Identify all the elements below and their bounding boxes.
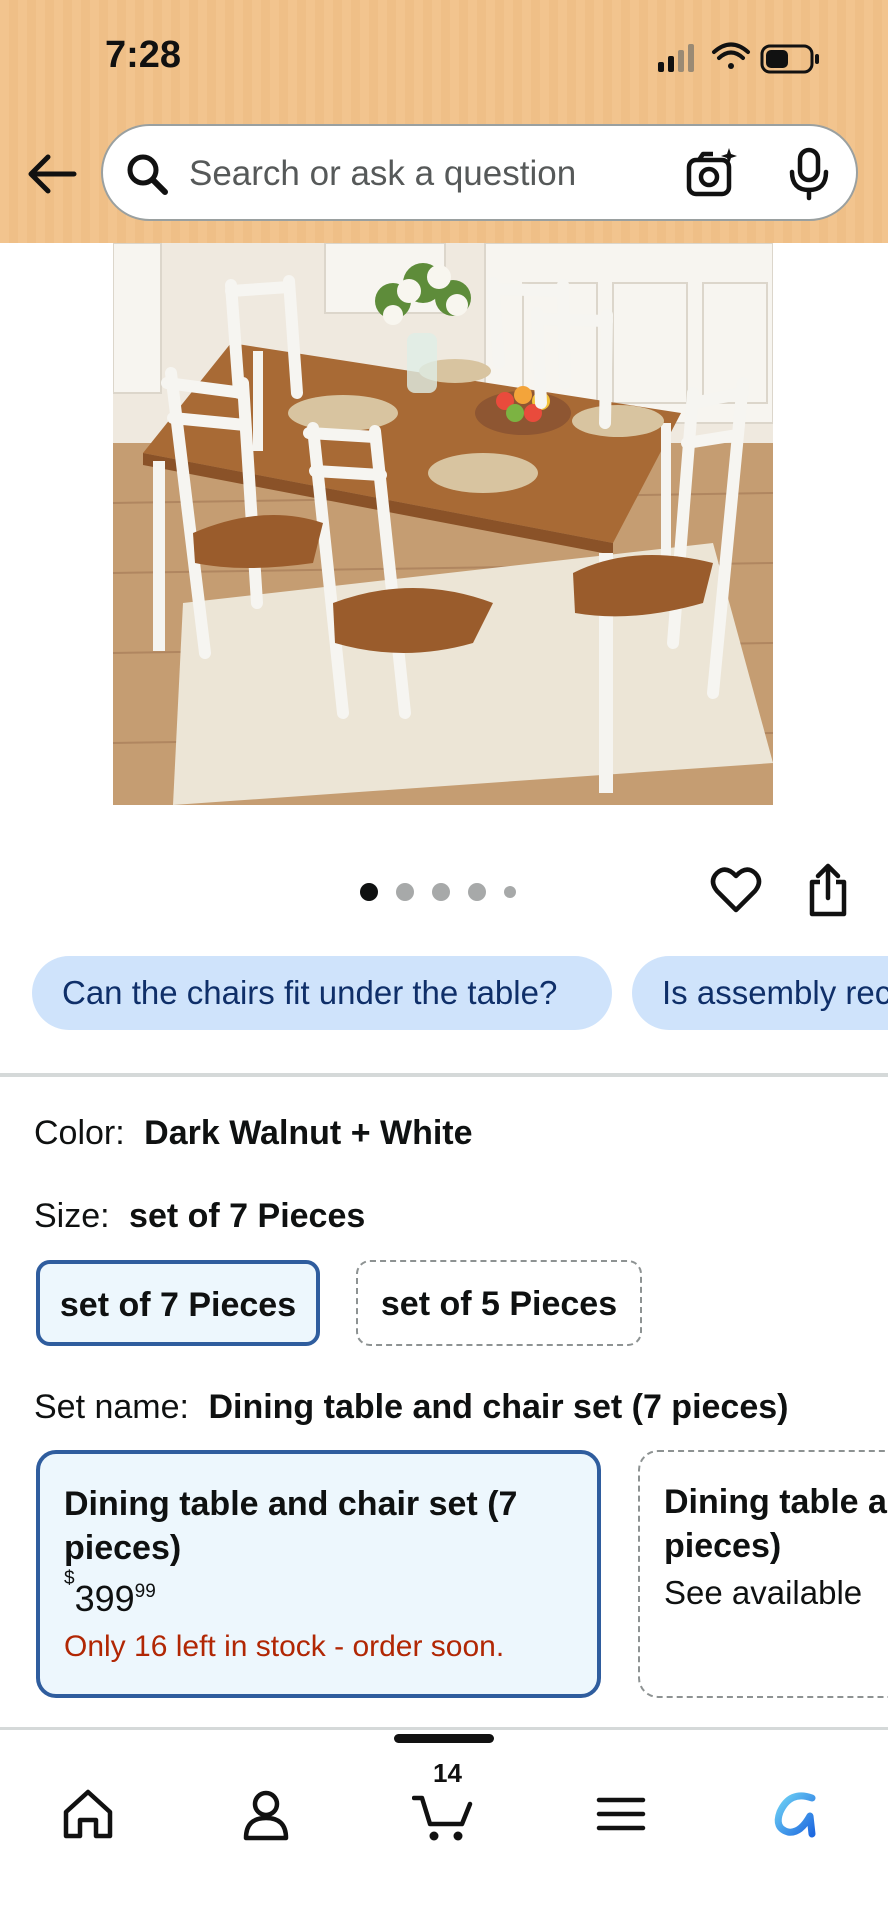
price-whole: 399 — [74, 1578, 135, 1619]
carousel-dot[interactable] — [396, 883, 414, 901]
account-icon[interactable] — [236, 1784, 296, 1844]
carousel-dot[interactable] — [432, 883, 450, 901]
battery-icon — [760, 44, 819, 74]
section-divider — [0, 1073, 888, 1077]
set-option-price: $39999 — [64, 1568, 573, 1620]
menu-icon[interactable] — [591, 1784, 651, 1844]
set-option-title: Dining table and chair set (7 pieces) — [64, 1485, 518, 1567]
bottom-divider — [0, 1727, 888, 1730]
set-option-7-pieces-card[interactable]: Dining table and chair set (7 pieces) $3… — [36, 1450, 601, 1698]
question-chip[interactable]: Can the chairs fit under the table? — [32, 956, 612, 1030]
search-input[interactable]: Search or ask a question — [189, 154, 576, 194]
size-label: Size: — [34, 1197, 110, 1235]
search-icon — [127, 154, 168, 195]
microphone-icon[interactable] — [783, 146, 835, 202]
camera-search-icon[interactable] — [683, 146, 739, 202]
color-value: Dark Walnut + White — [144, 1114, 473, 1152]
header-bar: 7:28 Search or ask a question — [0, 0, 888, 243]
size-option-7-pieces[interactable]: set of 7 Pieces — [36, 1260, 320, 1346]
set-option-5-pieces-card[interactable]: Dining table a pieces) See available — [638, 1450, 888, 1698]
set-option-title-line2: pieces) — [664, 1527, 782, 1565]
share-icon[interactable] — [802, 862, 854, 918]
wifi-icon — [712, 42, 750, 69]
cart-count-badge: 14 — [433, 1758, 462, 1788]
cart-icon[interactable] — [412, 1784, 474, 1844]
question-chip[interactable]: Is assembly rec — [632, 956, 888, 1030]
search-bar[interactable]: Search or ask a question — [101, 124, 858, 221]
availability-text: See available — [664, 1574, 863, 1611]
carousel-dots[interactable] — [360, 882, 516, 902]
carousel-dot[interactable] — [504, 886, 516, 898]
size-option-5-pieces[interactable]: set of 5 Pieces — [356, 1260, 642, 1346]
carousel-dot-active[interactable] — [360, 883, 378, 901]
color-label: Color: — [34, 1114, 125, 1152]
set-option-title: Dining table a — [664, 1483, 887, 1521]
heart-icon[interactable] — [710, 865, 762, 915]
size-row: Size: set of 7 Pieces — [34, 1197, 365, 1236]
set-name-row: Set name: Dining table and chair set (7 … — [34, 1388, 788, 1427]
set-name-label: Set name: — [34, 1388, 189, 1426]
status-icons — [658, 42, 819, 74]
rufus-assistant-icon[interactable] — [768, 1784, 828, 1844]
set-name-value: Dining table and chair set (7 pieces) — [208, 1388, 789, 1426]
back-arrow-icon[interactable] — [24, 148, 80, 200]
bottom-nav: 14 — [0, 1740, 888, 1920]
stock-warning: Only 16 left in stock - order soon. — [64, 1630, 505, 1663]
size-value: set of 7 Pieces — [129, 1197, 366, 1235]
nav-handle — [394, 1734, 494, 1743]
status-time: 7:28 — [105, 34, 182, 76]
product-image[interactable] — [113, 243, 773, 805]
price-currency: $ — [64, 1568, 75, 1589]
color-row: Color: Dark Walnut + White — [34, 1114, 473, 1153]
signal-icon — [658, 44, 694, 72]
carousel-dot[interactable] — [468, 883, 486, 901]
home-icon[interactable] — [58, 1784, 118, 1844]
price-cents: 99 — [134, 1581, 156, 1602]
